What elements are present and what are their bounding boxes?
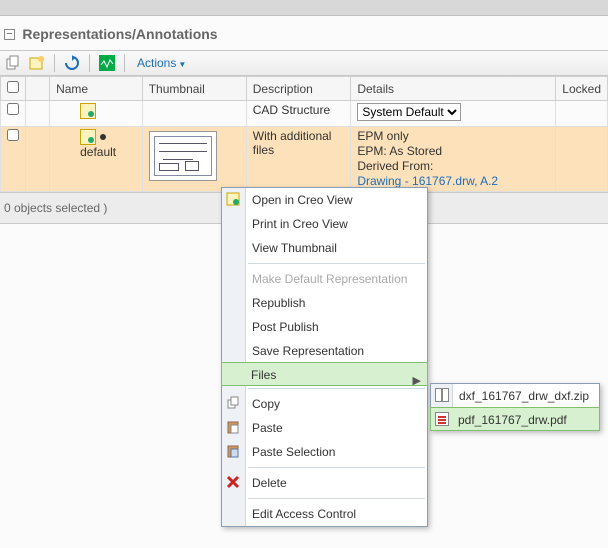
copy-icon: [225, 395, 241, 411]
menu-view-thumbnail[interactable]: View Thumbnail: [222, 236, 427, 260]
data-grid: Name Thumbnail Description Details Locke…: [0, 76, 608, 192]
menu-label: Paste Selection: [252, 445, 335, 459]
menu-label: Files: [251, 368, 276, 382]
menu-label: Make Default Representation: [252, 272, 407, 286]
zip-file-icon: [434, 387, 450, 403]
menu-copy[interactable]: Copy: [222, 392, 427, 416]
collapse-toggle[interactable]: −: [4, 29, 15, 40]
menu-separator: [248, 498, 425, 499]
menu-separator: [248, 388, 425, 389]
menu-open-creo-view[interactable]: Open in Creo View: [222, 188, 427, 212]
table-row[interactable]: default With additional files EPM only: [1, 127, 608, 192]
refresh-icon[interactable]: [63, 54, 81, 72]
menu-label: View Thumbnail: [252, 241, 337, 255]
menu-label: Open in Creo View: [252, 193, 353, 207]
section-title: Representations/Annotations: [22, 26, 217, 42]
menu-label: Print in Creo View: [252, 217, 348, 231]
description-cell: CAD Structure: [246, 101, 351, 127]
menu-edit-access-control[interactable]: Edit Access Control: [222, 502, 427, 526]
menu-make-default: Make Default Representation: [222, 267, 427, 291]
menu-print-creo-view[interactable]: Print in Creo View: [222, 212, 427, 236]
menu-files[interactable]: Files ▶: [221, 362, 428, 386]
file-item-pdf[interactable]: pdf_161767_drw.pdf: [430, 407, 600, 431]
menu-label: Delete: [252, 476, 287, 490]
menu-label: Save Representation: [252, 344, 364, 358]
details-select[interactable]: System Default: [357, 103, 461, 121]
detail-line: EPM only: [357, 129, 549, 144]
detail-line: EPM: As Stored: [357, 144, 549, 159]
gap-header: [26, 77, 50, 101]
menu-save-representation[interactable]: Save Representation: [222, 339, 427, 363]
file-label: pdf_161767_drw.pdf: [458, 413, 567, 427]
pdf-file-icon: [434, 411, 450, 427]
col-name[interactable]: Name: [50, 77, 143, 101]
menu-paste-selection[interactable]: Paste Selection: [222, 440, 427, 464]
paste-icon: [225, 419, 241, 435]
col-locked[interactable]: Locked: [556, 77, 608, 101]
thumbnail-preview[interactable]: [149, 131, 217, 181]
toolbar-divider: [54, 54, 55, 72]
rep-type-icon: [80, 129, 96, 145]
toolbar-divider: [124, 54, 125, 72]
menu-paste[interactable]: Paste: [222, 416, 427, 440]
menu-label: Republish: [252, 296, 305, 310]
toolbar: Actions▼: [0, 50, 608, 76]
col-thumbnail[interactable]: Thumbnail: [142, 77, 246, 101]
checkbox-header: [1, 77, 26, 101]
menu-republish[interactable]: Republish: [222, 291, 427, 315]
menu-label: Edit Access Control: [252, 507, 356, 521]
section-header: − Representations/Annotations: [0, 16, 608, 50]
copy-icon[interactable]: [4, 54, 22, 72]
table-row[interactable]: CAD Structure System Default: [1, 101, 608, 127]
header-row: Name Thumbnail Description Details Locke…: [1, 77, 608, 101]
toolbar-divider: [89, 54, 90, 72]
actions-menu[interactable]: Actions▼: [133, 56, 190, 70]
menu-separator: [248, 263, 425, 264]
actions-label: Actions: [137, 56, 176, 70]
files-submenu: dxf_161767_drw_dxf.zip pdf_161767_drw.pd…: [430, 383, 600, 431]
window-top-bar: [0, 0, 608, 16]
new-item-icon[interactable]: [28, 54, 46, 72]
activity-icon[interactable]: [98, 54, 116, 72]
col-description[interactable]: Description: [246, 77, 351, 101]
detail-line: Derived From: Drawing - 161767.drw, A.2: [357, 159, 549, 189]
context-menu: Open in Creo View Print in Creo View Vie…: [221, 187, 428, 527]
select-all-checkbox[interactable]: [7, 81, 19, 93]
submenu-arrow-icon: ▶: [413, 369, 421, 393]
rep-type-icon: [80, 103, 96, 119]
caret-down-icon: ▼: [178, 60, 186, 69]
creo-view-icon: [225, 191, 241, 207]
menu-delete[interactable]: Delete: [222, 471, 427, 495]
file-item-zip[interactable]: dxf_161767_drw_dxf.zip: [431, 384, 599, 408]
details-cell: EPM only EPM: As Stored Derived From: Dr…: [357, 129, 549, 189]
paste-selection-icon: [225, 443, 241, 459]
menu-label: Paste: [252, 421, 283, 435]
menu-separator: [248, 467, 425, 468]
menu-post-publish[interactable]: Post Publish: [222, 315, 427, 339]
rep-name: default: [80, 145, 116, 159]
description-cell: With additional files: [246, 127, 351, 192]
col-details[interactable]: Details: [351, 77, 556, 101]
file-label: dxf_161767_drw_dxf.zip: [459, 389, 589, 403]
menu-label: Copy: [252, 397, 280, 411]
menu-label: Post Publish: [252, 320, 319, 334]
delete-icon: [225, 474, 241, 490]
row-checkbox[interactable]: [7, 129, 19, 141]
default-indicator-icon: [100, 134, 106, 140]
row-checkbox[interactable]: [7, 103, 19, 115]
